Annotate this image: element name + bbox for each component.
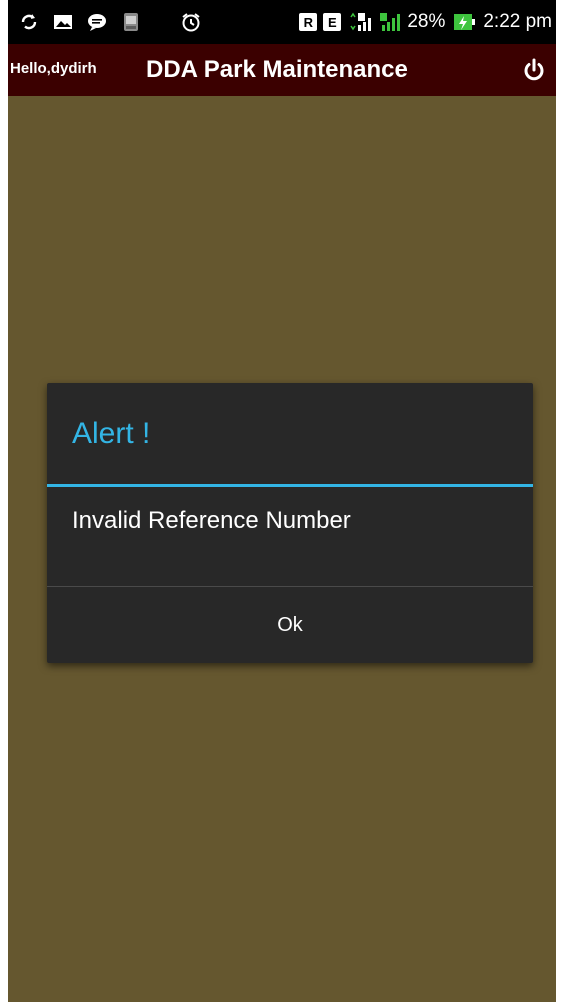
ok-button[interactable]: Ok: [47, 587, 533, 663]
dialog-message: Invalid Reference Number: [72, 507, 351, 534]
signal-1-icon: [350, 12, 372, 31]
system-indicators: R E 28% 2:22 pm: [299, 7, 552, 37]
logout-button[interactable]: [518, 54, 550, 86]
clock: 2:22 pm: [483, 11, 552, 32]
greeting-text: Hello,dydirh: [10, 60, 97, 77]
battery-percent: 28%: [407, 11, 446, 32]
message-icon: [88, 14, 106, 31]
notification-icons: [18, 7, 202, 37]
alarm-icon: [182, 13, 200, 32]
e-badge-icon: E: [323, 13, 342, 31]
app-title: DDA Park Maintenance: [146, 56, 408, 83]
sync-icon: [21, 14, 37, 30]
dialog-title: Alert !: [72, 417, 151, 450]
signal-2-icon: [380, 13, 401, 31]
r-badge-icon: R: [299, 13, 318, 31]
alert-dialog: Alert ! Invalid Reference Number Ok: [47, 383, 533, 663]
dialog-title-divider: [47, 484, 533, 487]
app-icon: [124, 13, 138, 31]
image-icon: [54, 15, 72, 29]
action-bar: Hello,dydirh DDA Park Maintenance: [8, 44, 556, 96]
power-icon: [524, 58, 544, 81]
app-screen: R E 28% 2:22 pm Hello,dydirh DDA Park Ma…: [8, 0, 556, 1002]
battery-charging-icon: [454, 14, 476, 30]
status-bar: R E 28% 2:22 pm: [8, 0, 556, 44]
